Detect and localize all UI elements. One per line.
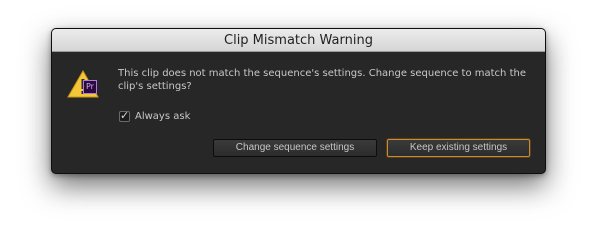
checkmark-icon: ✓ — [120, 108, 130, 122]
premiere-pro-icon: Pr — [83, 80, 97, 94]
always-ask-label[interactable]: Always ask — [135, 111, 190, 122]
change-sequence-settings-button[interactable]: Change sequence settings — [213, 139, 377, 157]
always-ask-checkbox-row[interactable]: ✓ Always ask — [119, 109, 190, 123]
dialog-titlebar[interactable]: Clip Mismatch Warning — [52, 29, 545, 52]
clip-mismatch-dialog: Clip Mismatch Warning Pr This clip does … — [51, 28, 546, 174]
dialog-title: Clip Mismatch Warning — [224, 33, 373, 48]
dialog-message: This clip does not match the sequence's … — [118, 68, 526, 92]
always-ask-checkbox[interactable]: ✓ — [119, 108, 130, 122]
keep-existing-settings-button[interactable]: Keep existing settings — [387, 139, 530, 157]
